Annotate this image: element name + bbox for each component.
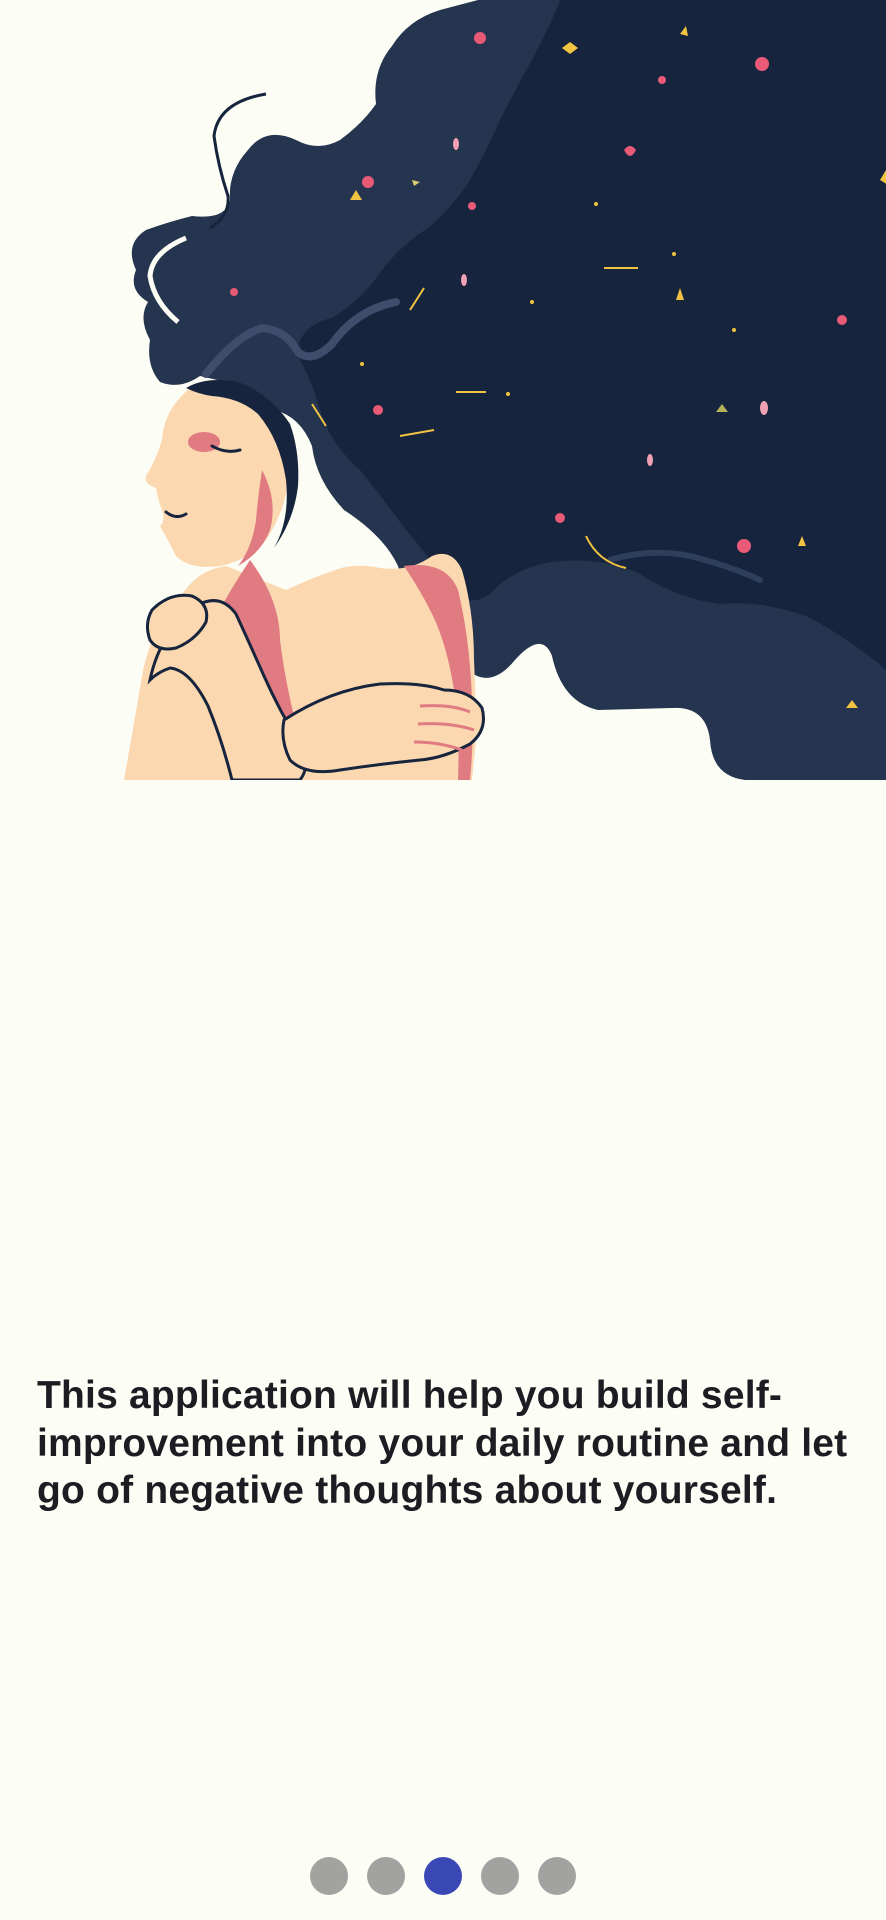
page-dot-2[interactable] [367,1857,405,1895]
page-indicator [0,1857,886,1895]
page-dot-3-active[interactable] [424,1857,462,1895]
woman-with-flowing-hair-illustration [124,0,886,780]
onboarding-illustration [0,0,886,780]
page-dot-4[interactable] [481,1857,519,1895]
page-dot-1[interactable] [310,1857,348,1895]
onboarding-description: This application will help you build sel… [37,1374,848,1512]
page-dot-5[interactable] [538,1857,576,1895]
